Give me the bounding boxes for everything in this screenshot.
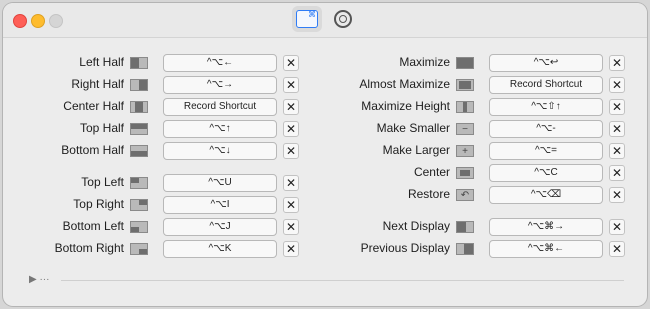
shortcut-recorder-right-half[interactable]: ^⌥→ (163, 76, 277, 94)
previous-display-icon (456, 243, 474, 255)
more-options-toggle[interactable]: ▶ ··· (29, 274, 49, 285)
clear-shortcut-button[interactable]: ✕ (609, 77, 625, 93)
shortcut-label-bottom-right: Bottom Right (54, 241, 124, 255)
clear-shortcut-button[interactable]: ✕ (283, 55, 299, 71)
shortcut-recorder-restore[interactable]: ^⌥⌫ (489, 186, 603, 204)
clear-shortcut-button[interactable]: ✕ (609, 121, 625, 137)
top-left-icon (130, 177, 148, 189)
clear-shortcut-button[interactable]: ✕ (609, 55, 625, 71)
shortcut-recorder-top-right[interactable]: ^⌥I (163, 196, 277, 214)
keyboard-shortcut-icon: ⌘ (296, 10, 318, 28)
clear-shortcut-button[interactable]: ✕ (283, 99, 299, 115)
shortcut-label-next-display: Next Display (382, 219, 450, 233)
shortcut-label-left-half: Left Half (79, 55, 124, 69)
shortcut-recorder-bottom-half[interactable]: ^⌥↓ (163, 142, 277, 160)
shortcuts-tab[interactable]: ⌘ (292, 6, 322, 32)
make-larger-icon: + (456, 145, 474, 157)
clear-shortcut-button[interactable]: ✕ (283, 197, 299, 213)
shortcut-label-top-half: Top Half (79, 121, 124, 135)
left-half-icon (130, 57, 148, 69)
clear-shortcut-button[interactable]: ✕ (283, 121, 299, 137)
settings-tab[interactable] (328, 6, 358, 32)
footer-divider (61, 280, 624, 281)
center-half-icon (130, 101, 148, 113)
shortcut-recorder-almost-maximize[interactable]: Record Shortcut (489, 76, 603, 94)
shortcut-label-restore: Restore (407, 187, 450, 201)
title-bar: ⌘ (3, 3, 647, 38)
top-right-icon (130, 199, 148, 211)
shortcut-label-make-larger: Make Larger (382, 143, 450, 157)
shortcut-label-almost-maximize: Almost Maximize (359, 77, 450, 91)
shortcut-label-previous-display: Previous Display (360, 241, 450, 255)
almost-maximize-icon (456, 79, 474, 91)
restore-icon: ↶ (456, 189, 474, 201)
right-half-icon (130, 79, 148, 91)
shortcut-recorder-center[interactable]: ^⌥C (489, 164, 603, 182)
clear-shortcut-button[interactable]: ✕ (609, 99, 625, 115)
shortcut-recorder-top-left[interactable]: ^⌥U (163, 174, 277, 192)
minimize-window-button[interactable] (31, 14, 45, 28)
shortcut-label-bottom-left: Bottom Left (62, 219, 124, 233)
clear-shortcut-button[interactable]: ✕ (609, 241, 625, 257)
gear-icon (334, 10, 352, 28)
shortcut-recorder-top-half[interactable]: ^⌥↑ (163, 120, 277, 138)
clear-shortcut-button[interactable]: ✕ (283, 241, 299, 257)
maximize-icon (456, 57, 474, 69)
clear-shortcut-button[interactable]: ✕ (283, 219, 299, 235)
clear-shortcut-button[interactable]: ✕ (609, 187, 625, 203)
shortcut-label-right-half: Right Half (71, 77, 124, 91)
shortcut-label-maximize: Maximize (399, 55, 450, 69)
shortcut-label-bottom-half: Bottom Half (61, 143, 124, 157)
shortcut-recorder-next-display[interactable]: ^⌥⌘→ (489, 218, 603, 236)
clear-shortcut-button[interactable]: ✕ (609, 143, 625, 159)
shortcut-label-maximize-height: Maximize Height (361, 99, 450, 113)
maximize-height-icon (456, 101, 474, 113)
shortcut-recorder-left-half[interactable]: ^⌥← (163, 54, 277, 72)
make-smaller-icon: − (456, 123, 474, 135)
shortcut-label-center-half: Center Half (63, 99, 124, 113)
bottom-half-icon (130, 145, 148, 157)
shortcut-label-top-left: Top Left (81, 175, 124, 189)
preferences-window: ⌘ Left Half ^⌥← ✕ Right Half ^⌥→ ✕ Center Half… (3, 3, 647, 306)
top-half-icon (130, 123, 148, 135)
shortcut-recorder-maximize[interactable]: ^⌥↩ (489, 54, 603, 72)
zoom-window-button[interactable] (49, 14, 63, 28)
bottom-left-icon (130, 221, 148, 233)
clear-shortcut-button[interactable]: ✕ (283, 143, 299, 159)
shortcut-label-top-right: Top Right (73, 197, 124, 211)
shortcut-recorder-center-half[interactable]: Record Shortcut (163, 98, 277, 116)
clear-shortcut-button[interactable]: ✕ (283, 175, 299, 191)
bottom-right-icon (130, 243, 148, 255)
shortcut-label-center: Center (413, 165, 450, 179)
shortcut-recorder-previous-display[interactable]: ^⌥⌘← (489, 240, 603, 258)
clear-shortcut-button[interactable]: ✕ (283, 77, 299, 93)
center-icon (456, 167, 474, 179)
next-display-icon (456, 221, 474, 233)
shortcut-recorder-bottom-left[interactable]: ^⌥J (163, 218, 277, 236)
shortcut-recorder-maximize-height[interactable]: ^⌥⇧↑ (489, 98, 603, 116)
clear-shortcut-button[interactable]: ✕ (609, 219, 625, 235)
clear-shortcut-button[interactable]: ✕ (609, 165, 625, 181)
shortcut-recorder-make-smaller[interactable]: ^⌥- (489, 120, 603, 138)
shortcut-recorder-bottom-right[interactable]: ^⌥K (163, 240, 277, 258)
shortcut-recorder-make-larger[interactable]: ^⌥= (489, 142, 603, 160)
close-window-button[interactable] (13, 14, 27, 28)
shortcut-label-make-smaller: Make Smaller (376, 121, 450, 135)
